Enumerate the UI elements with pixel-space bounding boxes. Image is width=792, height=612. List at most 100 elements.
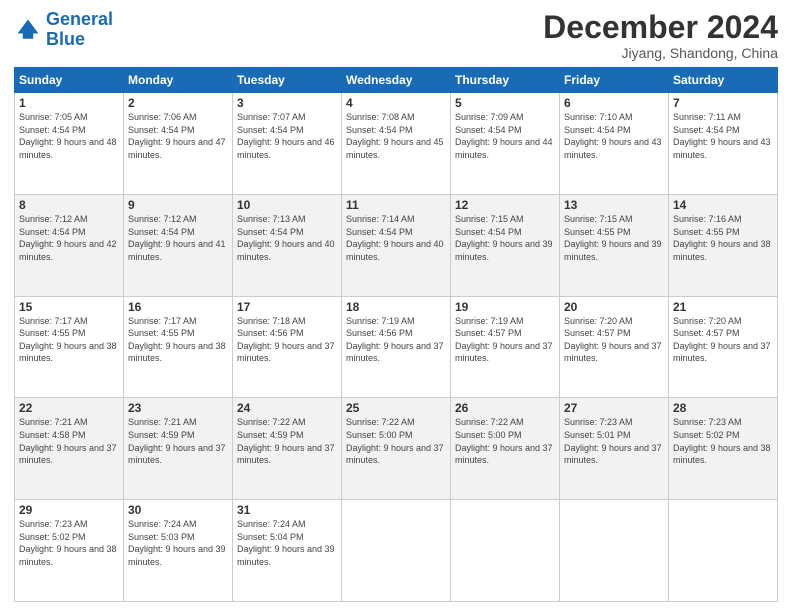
day-info: Sunrise: 7:22 AMSunset: 4:59 PMDaylight:… xyxy=(237,416,337,466)
day-number: 3 xyxy=(237,96,337,110)
day-number: 6 xyxy=(564,96,664,110)
day-info: Sunrise: 7:21 AMSunset: 4:58 PMDaylight:… xyxy=(19,416,119,466)
calendar-cell: 25 Sunrise: 7:22 AMSunset: 5:00 PMDaylig… xyxy=(342,398,451,500)
day-number: 5 xyxy=(455,96,555,110)
day-number: 10 xyxy=(237,198,337,212)
calendar-cell: 21 Sunrise: 7:20 AMSunset: 4:57 PMDaylig… xyxy=(669,296,778,398)
calendar-cell: 24 Sunrise: 7:22 AMSunset: 4:59 PMDaylig… xyxy=(233,398,342,500)
day-number: 11 xyxy=(346,198,446,212)
weekday-header: Friday xyxy=(560,68,669,93)
day-number: 16 xyxy=(128,300,228,314)
day-info: Sunrise: 7:07 AMSunset: 4:54 PMDaylight:… xyxy=(237,111,337,161)
day-number: 9 xyxy=(128,198,228,212)
day-number: 27 xyxy=(564,401,664,415)
calendar-week-row: 15 Sunrise: 7:17 AMSunset: 4:55 PMDaylig… xyxy=(15,296,778,398)
day-info: Sunrise: 7:23 AMSunset: 5:01 PMDaylight:… xyxy=(564,416,664,466)
day-number: 25 xyxy=(346,401,446,415)
logo-line1: General xyxy=(46,9,113,29)
day-number: 19 xyxy=(455,300,555,314)
day-info: Sunrise: 7:14 AMSunset: 4:54 PMDaylight:… xyxy=(346,213,446,263)
weekday-header: Tuesday xyxy=(233,68,342,93)
calendar-cell: 9 Sunrise: 7:12 AMSunset: 4:54 PMDayligh… xyxy=(124,194,233,296)
day-number: 29 xyxy=(19,503,119,517)
calendar-cell: 31 Sunrise: 7:24 AMSunset: 5:04 PMDaylig… xyxy=(233,500,342,602)
calendar-cell: 23 Sunrise: 7:21 AMSunset: 4:59 PMDaylig… xyxy=(124,398,233,500)
day-info: Sunrise: 7:24 AMSunset: 5:03 PMDaylight:… xyxy=(128,518,228,568)
day-info: Sunrise: 7:21 AMSunset: 4:59 PMDaylight:… xyxy=(128,416,228,466)
month-title: December 2024 xyxy=(543,10,778,45)
day-info: Sunrise: 7:17 AMSunset: 4:55 PMDaylight:… xyxy=(128,315,228,365)
day-number: 8 xyxy=(19,198,119,212)
calendar-cell: 1 Sunrise: 7:05 AMSunset: 4:54 PMDayligh… xyxy=(15,93,124,195)
day-info: Sunrise: 7:15 AMSunset: 4:55 PMDaylight:… xyxy=(564,213,664,263)
calendar-week-row: 8 Sunrise: 7:12 AMSunset: 4:54 PMDayligh… xyxy=(15,194,778,296)
day-number: 17 xyxy=(237,300,337,314)
logo-icon xyxy=(14,16,42,44)
calendar-week-row: 22 Sunrise: 7:21 AMSunset: 4:58 PMDaylig… xyxy=(15,398,778,500)
day-info: Sunrise: 7:23 AMSunset: 5:02 PMDaylight:… xyxy=(19,518,119,568)
day-number: 21 xyxy=(673,300,773,314)
weekday-header: Thursday xyxy=(451,68,560,93)
page: General Blue December 2024 Jiyang, Shand… xyxy=(0,0,792,612)
calendar-cell: 7 Sunrise: 7:11 AMSunset: 4:54 PMDayligh… xyxy=(669,93,778,195)
calendar-cell: 8 Sunrise: 7:12 AMSunset: 4:54 PMDayligh… xyxy=(15,194,124,296)
weekday-header: Saturday xyxy=(669,68,778,93)
day-number: 18 xyxy=(346,300,446,314)
day-number: 30 xyxy=(128,503,228,517)
day-info: Sunrise: 7:06 AMSunset: 4:54 PMDaylight:… xyxy=(128,111,228,161)
calendar-cell: 19 Sunrise: 7:19 AMSunset: 4:57 PMDaylig… xyxy=(451,296,560,398)
calendar-cell: 2 Sunrise: 7:06 AMSunset: 4:54 PMDayligh… xyxy=(124,93,233,195)
day-info: Sunrise: 7:17 AMSunset: 4:55 PMDaylight:… xyxy=(19,315,119,365)
day-info: Sunrise: 7:16 AMSunset: 4:55 PMDaylight:… xyxy=(673,213,773,263)
day-info: Sunrise: 7:10 AMSunset: 4:54 PMDaylight:… xyxy=(564,111,664,161)
calendar-cell: 6 Sunrise: 7:10 AMSunset: 4:54 PMDayligh… xyxy=(560,93,669,195)
calendar-week-row: 29 Sunrise: 7:23 AMSunset: 5:02 PMDaylig… xyxy=(15,500,778,602)
calendar-cell xyxy=(669,500,778,602)
day-info: Sunrise: 7:13 AMSunset: 4:54 PMDaylight:… xyxy=(237,213,337,263)
calendar-cell: 17 Sunrise: 7:18 AMSunset: 4:56 PMDaylig… xyxy=(233,296,342,398)
day-info: Sunrise: 7:11 AMSunset: 4:54 PMDaylight:… xyxy=(673,111,773,161)
day-number: 13 xyxy=(564,198,664,212)
calendar-week-row: 1 Sunrise: 7:05 AMSunset: 4:54 PMDayligh… xyxy=(15,93,778,195)
logo-line2: Blue xyxy=(46,30,113,50)
day-info: Sunrise: 7:12 AMSunset: 4:54 PMDaylight:… xyxy=(128,213,228,263)
day-number: 7 xyxy=(673,96,773,110)
day-info: Sunrise: 7:08 AMSunset: 4:54 PMDaylight:… xyxy=(346,111,446,161)
calendar-header-row: SundayMondayTuesdayWednesdayThursdayFrid… xyxy=(15,68,778,93)
day-number: 4 xyxy=(346,96,446,110)
calendar-cell xyxy=(342,500,451,602)
calendar-cell xyxy=(560,500,669,602)
day-info: Sunrise: 7:19 AMSunset: 4:56 PMDaylight:… xyxy=(346,315,446,365)
calendar-cell: 26 Sunrise: 7:22 AMSunset: 5:00 PMDaylig… xyxy=(451,398,560,500)
day-number: 15 xyxy=(19,300,119,314)
day-info: Sunrise: 7:05 AMSunset: 4:54 PMDaylight:… xyxy=(19,111,119,161)
calendar-cell: 30 Sunrise: 7:24 AMSunset: 5:03 PMDaylig… xyxy=(124,500,233,602)
calendar-table: SundayMondayTuesdayWednesdayThursdayFrid… xyxy=(14,67,778,602)
day-number: 22 xyxy=(19,401,119,415)
day-info: Sunrise: 7:24 AMSunset: 5:04 PMDaylight:… xyxy=(237,518,337,568)
day-info: Sunrise: 7:09 AMSunset: 4:54 PMDaylight:… xyxy=(455,111,555,161)
calendar-cell: 27 Sunrise: 7:23 AMSunset: 5:01 PMDaylig… xyxy=(560,398,669,500)
calendar-cell: 15 Sunrise: 7:17 AMSunset: 4:55 PMDaylig… xyxy=(15,296,124,398)
weekday-header: Monday xyxy=(124,68,233,93)
calendar-cell: 29 Sunrise: 7:23 AMSunset: 5:02 PMDaylig… xyxy=(15,500,124,602)
day-number: 28 xyxy=(673,401,773,415)
logo: General Blue xyxy=(14,10,113,50)
day-info: Sunrise: 7:19 AMSunset: 4:57 PMDaylight:… xyxy=(455,315,555,365)
calendar-cell xyxy=(451,500,560,602)
calendar-cell: 10 Sunrise: 7:13 AMSunset: 4:54 PMDaylig… xyxy=(233,194,342,296)
day-number: 12 xyxy=(455,198,555,212)
day-number: 14 xyxy=(673,198,773,212)
day-number: 23 xyxy=(128,401,228,415)
weekday-header: Sunday xyxy=(15,68,124,93)
day-info: Sunrise: 7:23 AMSunset: 5:02 PMDaylight:… xyxy=(673,416,773,466)
day-info: Sunrise: 7:22 AMSunset: 5:00 PMDaylight:… xyxy=(346,416,446,466)
location: Jiyang, Shandong, China xyxy=(543,45,778,61)
calendar-cell: 12 Sunrise: 7:15 AMSunset: 4:54 PMDaylig… xyxy=(451,194,560,296)
calendar-cell: 4 Sunrise: 7:08 AMSunset: 4:54 PMDayligh… xyxy=(342,93,451,195)
calendar-cell: 3 Sunrise: 7:07 AMSunset: 4:54 PMDayligh… xyxy=(233,93,342,195)
calendar-cell: 14 Sunrise: 7:16 AMSunset: 4:55 PMDaylig… xyxy=(669,194,778,296)
day-number: 31 xyxy=(237,503,337,517)
day-info: Sunrise: 7:18 AMSunset: 4:56 PMDaylight:… xyxy=(237,315,337,365)
header: General Blue December 2024 Jiyang, Shand… xyxy=(14,10,778,61)
